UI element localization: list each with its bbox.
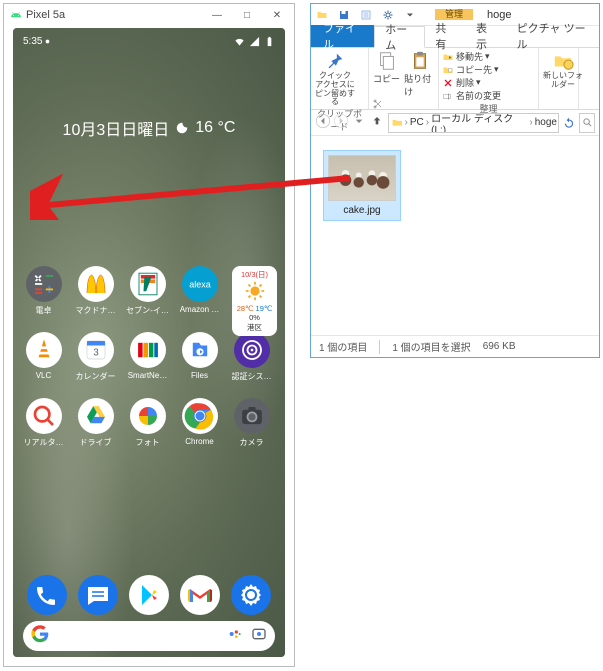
battery-icon <box>264 36 275 47</box>
file-thumbnail <box>328 155 396 201</box>
moon-icon <box>175 121 189 135</box>
dock-gmail[interactable] <box>180 575 220 615</box>
crumb-pc[interactable]: PC <box>409 117 425 128</box>
nav-up-icon[interactable] <box>369 113 385 132</box>
status-selected: 1 個の項目を選択 <box>392 339 470 354</box>
close-button[interactable]: ✕ <box>262 4 292 26</box>
tab-file[interactable]: ファイル <box>311 25 374 47</box>
app-auth[interactable]: 認証シス… <box>229 332 274 382</box>
google-g-icon <box>31 625 49 648</box>
lens-icon[interactable] <box>243 626 267 647</box>
status-time: 5:35 <box>23 36 42 47</box>
tab-view[interactable]: 表示 <box>466 25 507 47</box>
ribbon: クイック アクセスにピン留めする クリップボード コピー 貼り付け 移動先 ▾ … <box>311 48 599 110</box>
status-size: 696 KB <box>483 341 516 352</box>
dock-play[interactable] <box>129 575 169 615</box>
svg-text:alexa: alexa <box>189 280 211 290</box>
app-drive[interactable]: ドライブ <box>73 398 118 448</box>
emulator-screen[interactable]: 5:35 10月3日日曜日 16 °C 電卓 <box>13 28 285 657</box>
status-count: 1 個の項目 <box>319 339 367 354</box>
app-calculator[interactable]: 電卓 <box>21 266 66 316</box>
search-box[interactable] <box>579 113 595 133</box>
minimize-button[interactable]: — <box>202 4 232 26</box>
weather-pop: 0% <box>249 313 260 322</box>
ribbon-moveto[interactable]: 移動先 ▾ <box>442 50 535 63</box>
sun-icon <box>244 280 266 304</box>
refresh-icon[interactable] <box>562 116 576 130</box>
home-date: 10月3日日曜日 <box>63 116 170 140</box>
dock-phone[interactable] <box>27 575 67 615</box>
date-weather-row[interactable]: 10月3日日曜日 16 °C <box>13 116 285 140</box>
weather-temps: 28℃ 19℃ <box>237 304 273 313</box>
folder-small-icon <box>391 116 404 129</box>
ribbon-paste[interactable]: 貼り付け <box>404 50 435 98</box>
app-grid: 電卓 マクドナ… セブン-イ… alexa Amazon … 10/3(日) <box>21 266 277 464</box>
weather-widget[interactable]: 10/3(日) 28℃ 19℃ 0% 港区 <box>232 266 277 336</box>
app-chrome[interactable]: Chrome <box>177 398 222 448</box>
tab-home[interactable]: ホーム <box>374 26 425 48</box>
signal-icon <box>249 36 260 47</box>
weather-date: 10/3(日) <box>241 269 268 280</box>
emulator-title-text: Pixel 5a <box>26 9 65 21</box>
ribbon-tabs: ファイル ホーム 共有 表示 ピクチャ ツール <box>311 26 599 48</box>
nav-back-icon[interactable] <box>315 113 331 132</box>
app-vlc[interactable]: VLC <box>21 332 66 382</box>
explorer-window: 管理 hoge ファイル ホーム 共有 表示 ピクチャ ツール クイック アクセ… <box>310 3 600 358</box>
tab-share[interactable]: 共有 <box>425 25 466 47</box>
tab-picture-tools[interactable]: ピクチャ ツール <box>507 25 599 47</box>
app-alexa[interactable]: alexa Amazon … <box>177 266 222 316</box>
wifi-icon <box>234 36 245 47</box>
app-smartnews[interactable]: SmartNe… <box>125 332 170 382</box>
context-tab-header: 管理 <box>435 9 473 20</box>
android-status-bar: 5:35 <box>13 32 285 50</box>
app-seven[interactable]: セブン-イ… <box>125 266 170 316</box>
crumb-folder[interactable]: hoge <box>534 117 558 128</box>
ribbon-copyto[interactable]: コピー先 ▾ <box>442 63 535 76</box>
assistant-icon[interactable] <box>219 626 243 647</box>
drop-cursor <box>33 203 47 226</box>
file-pane[interactable]: cake.jpg <box>311 138 599 335</box>
svg-text:3: 3 <box>93 347 99 358</box>
nav-history-icon[interactable] <box>351 113 367 132</box>
emulator-window: Pixel 5a — □ ✕ 5:35 10月3日日曜日 16 °C <box>3 3 295 667</box>
dock-settings[interactable] <box>231 575 271 615</box>
status-bar: 1 個の項目 1 個の項目を選択 696 KB <box>311 335 599 357</box>
dock-messages[interactable] <box>78 575 118 615</box>
app-camera[interactable]: カメラ <box>229 398 274 448</box>
file-item-cake[interactable]: cake.jpg <box>323 150 401 221</box>
explorer-window-title: hoge <box>487 9 511 21</box>
ribbon-newfolder[interactable]: 新しいフォルダー <box>542 50 584 90</box>
ribbon-pin[interactable]: クイック アクセスにピン留めする <box>314 50 356 107</box>
ribbon-cut[interactable] <box>372 98 435 110</box>
app-files[interactable]: Files <box>177 332 222 382</box>
app-realtime[interactable]: リアルタ… <box>21 398 66 448</box>
app-mcdonalds[interactable]: マクドナ… <box>73 266 118 316</box>
emulator-titlebar[interactable]: Pixel 5a — □ ✕ <box>4 4 294 26</box>
android-icon <box>10 9 22 21</box>
app-photos[interactable]: フォト <box>125 398 170 448</box>
status-dot-icon <box>42 36 53 47</box>
app-calendar[interactable]: 3カレンダー <box>73 332 118 382</box>
maximize-button[interactable]: □ <box>232 4 262 26</box>
dock <box>21 575 277 615</box>
home-temp: 16 °C <box>195 119 235 137</box>
ribbon-rename[interactable]: 名前の変更 <box>442 89 535 102</box>
google-search-bar[interactable] <box>23 621 275 651</box>
weather-place: 港区 <box>247 322 262 333</box>
file-name: cake.jpg <box>343 205 380 216</box>
crumb-disk[interactable]: ローカル ディスク (L:) <box>430 113 528 133</box>
nav-forward-icon[interactable] <box>333 113 349 132</box>
ribbon-delete[interactable]: 削除 ▾ <box>442 76 535 89</box>
breadcrumb[interactable]: › PC› ローカル ディスク (L:)› hoge <box>388 113 559 133</box>
ribbon-copy[interactable]: コピー <box>372 50 401 98</box>
